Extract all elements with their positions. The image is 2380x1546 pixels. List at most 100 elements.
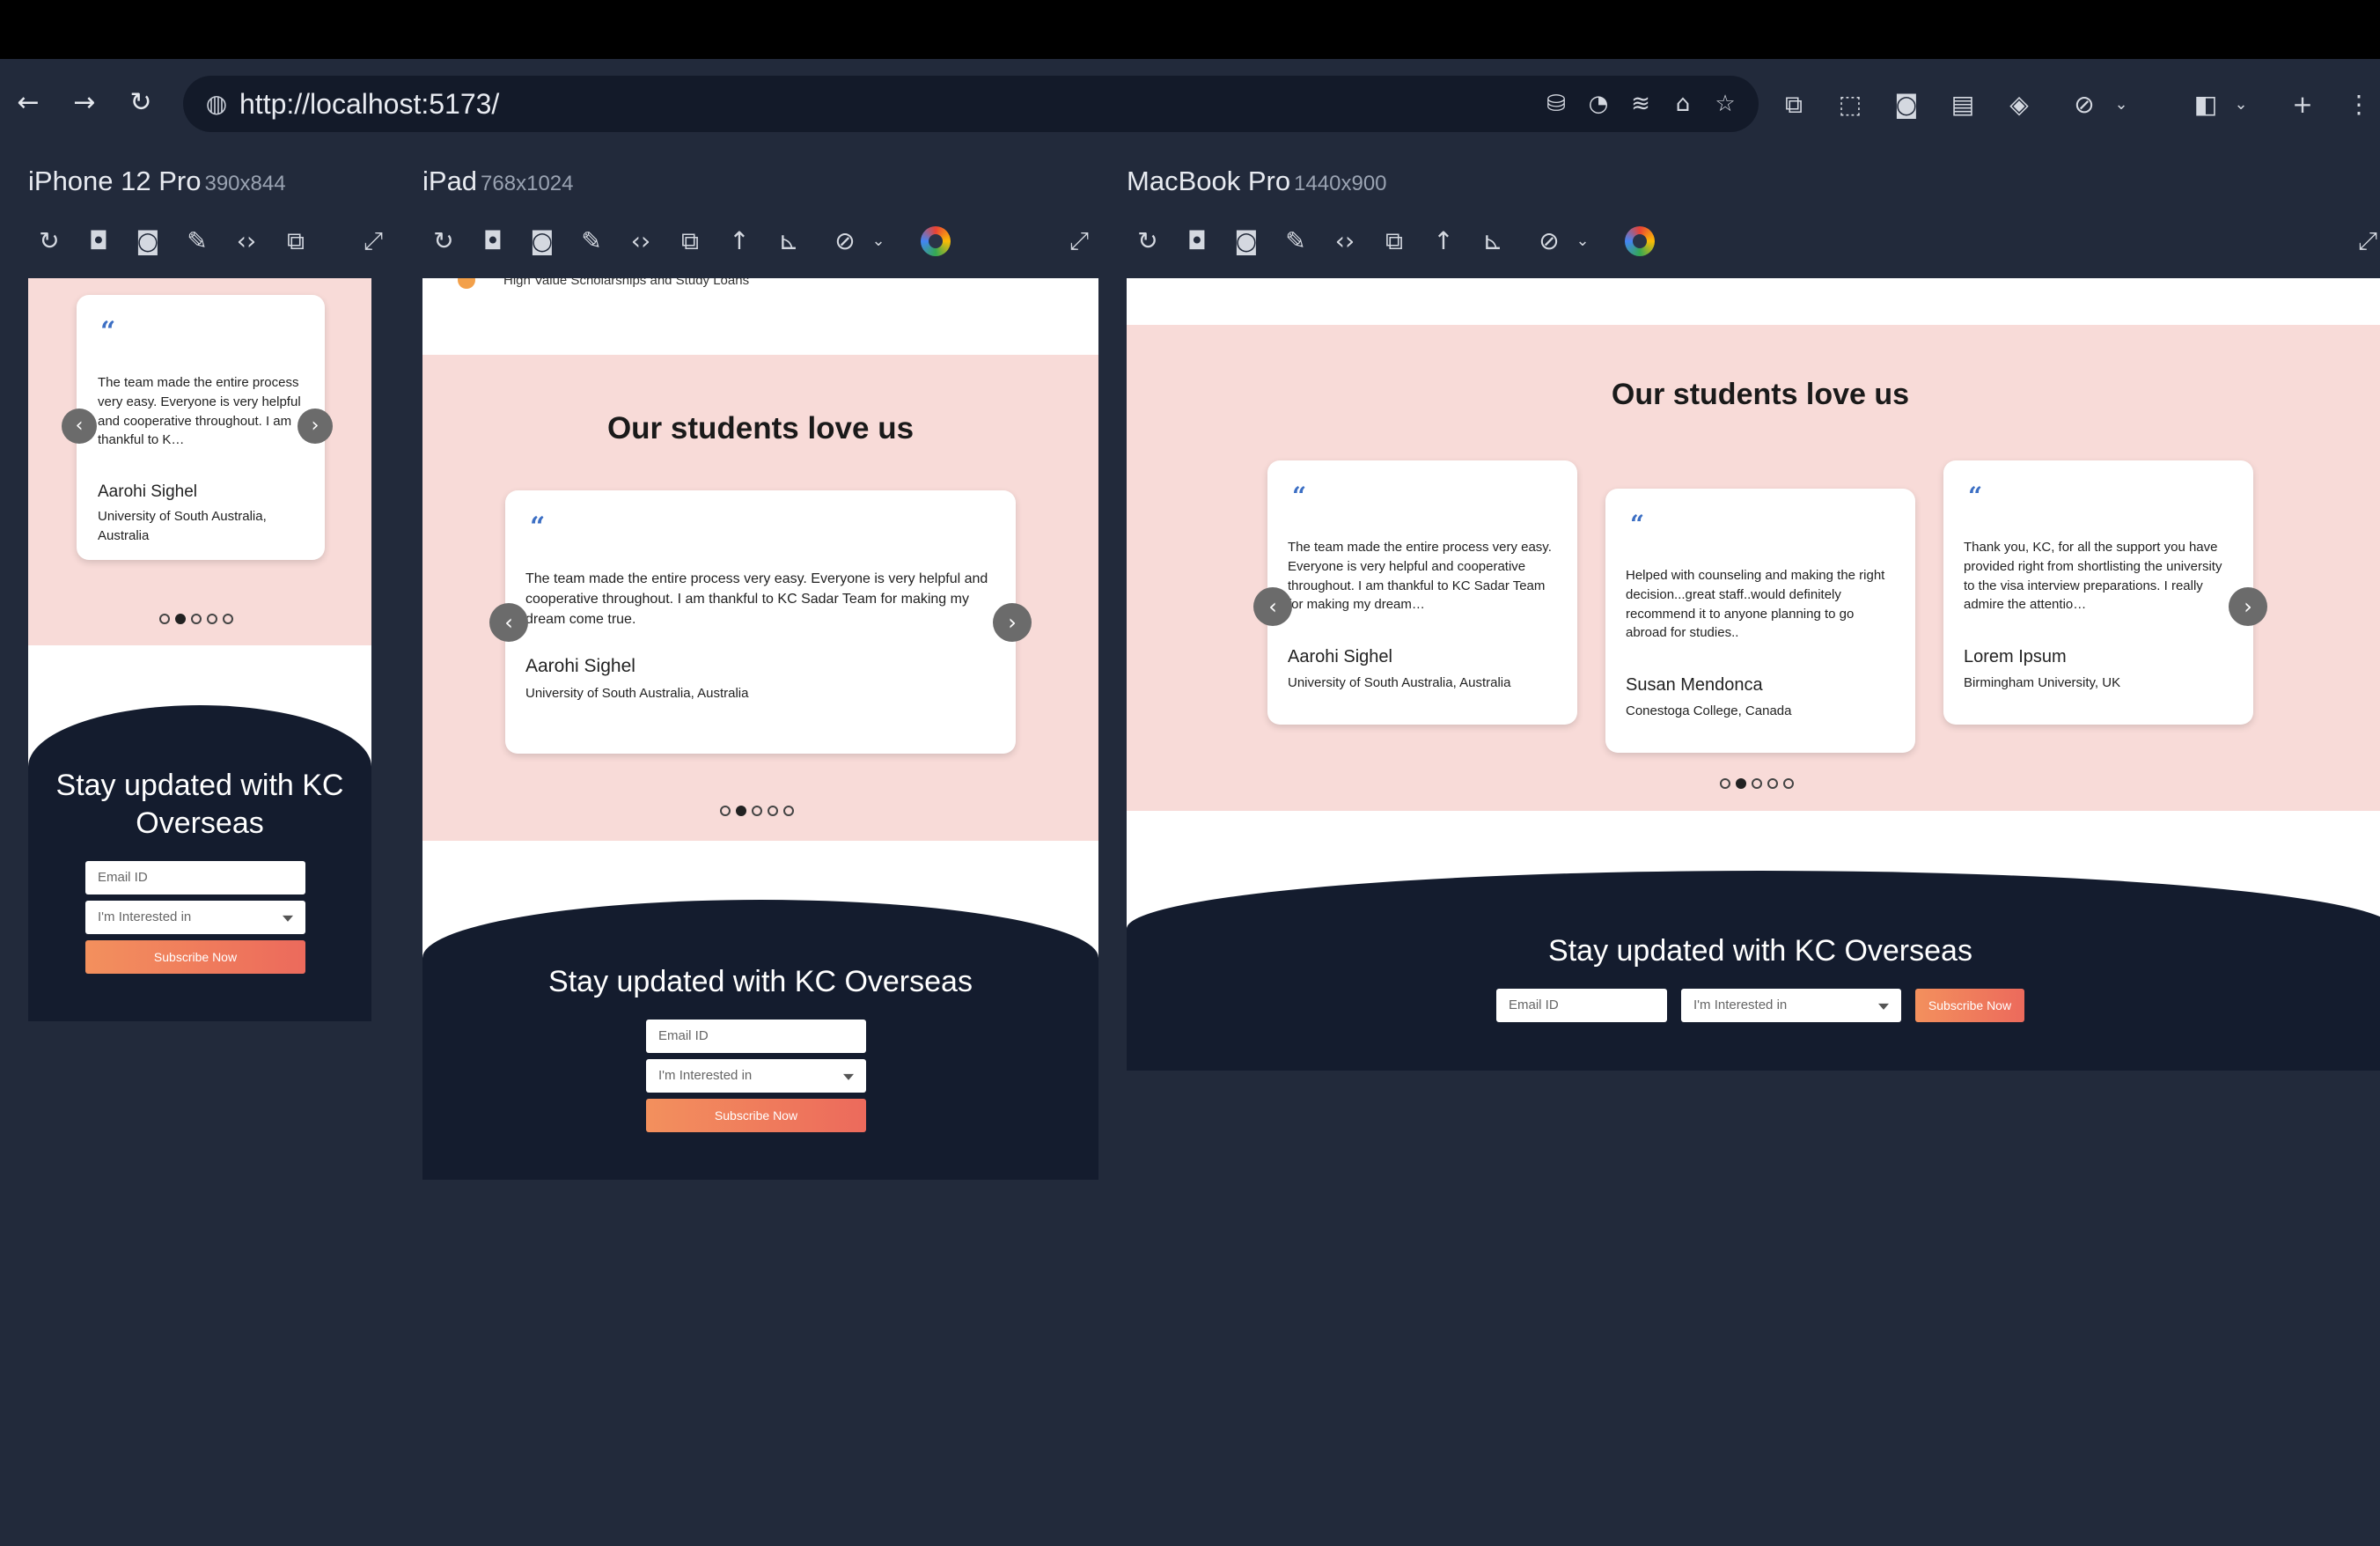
eye-off-icon[interactable]: ⊘ bbox=[827, 224, 863, 259]
ruler-icon[interactable]: ⊾ bbox=[771, 224, 806, 259]
new-tab-icon[interactable]: + bbox=[2285, 87, 2320, 122]
carousel-next-button[interactable]: › bbox=[993, 603, 1032, 642]
newsletter-section: Stay updated with KC Overseas Email ID I… bbox=[28, 705, 371, 1021]
globe-icon: ◍ bbox=[205, 89, 228, 118]
carousel-next-button[interactable]: › bbox=[298, 409, 333, 444]
screenshot-full-icon[interactable]: ◘ bbox=[1179, 224, 1215, 259]
eye-off-icon[interactable]: ⊘ bbox=[1532, 224, 1567, 259]
interest-select[interactable]: I'm Interested in bbox=[85, 901, 305, 934]
fullscreen-icon[interactable]: ⤢ bbox=[356, 224, 391, 259]
subscribe-button[interactable]: Subscribe Now bbox=[1915, 989, 2024, 1022]
chevron-down-icon[interactable]: ⌄ bbox=[1565, 224, 1600, 259]
camera-icon[interactable]: ◙ bbox=[525, 224, 560, 259]
eyedropper-icon[interactable]: ✎ bbox=[1278, 224, 1313, 259]
rotate-device-icon[interactable]: ⧉ bbox=[672, 224, 708, 259]
scroll-top-icon[interactable]: ↑ bbox=[1426, 224, 1461, 259]
reload-icon[interactable]: ↻ bbox=[125, 87, 157, 119]
forward-icon[interactable]: → bbox=[69, 87, 100, 119]
more-menu-icon[interactable]: ⋮ bbox=[2341, 87, 2376, 122]
carousel-next-button[interactable]: › bbox=[2229, 587, 2267, 626]
carousel-dot[interactable] bbox=[1752, 778, 1762, 789]
chevron-down-icon[interactable]: ⌄ bbox=[2223, 87, 2259, 122]
carousel-dot[interactable] bbox=[191, 614, 202, 624]
eye-off-icon[interactable]: ⊘ bbox=[2067, 87, 2102, 122]
document-icon[interactable]: ▤ bbox=[1945, 87, 1980, 122]
carousel-dot[interactable] bbox=[223, 614, 233, 624]
fullscreen-icon[interactable]: ⤢ bbox=[1061, 224, 1097, 259]
sidebar-icon[interactable]: ◧ bbox=[2188, 87, 2223, 122]
carousel-prev-button[interactable]: ‹ bbox=[1253, 587, 1292, 626]
carousel-dot-active[interactable] bbox=[736, 806, 746, 816]
interest-select[interactable]: I'm Interested in bbox=[646, 1059, 866, 1093]
device-name: iPad bbox=[422, 166, 478, 196]
layers-icon[interactable]: ◈ bbox=[2002, 87, 2037, 122]
testimonial-card: “ Thank you, KC, for all the support you… bbox=[1943, 460, 2253, 725]
subscribe-button[interactable]: Subscribe Now bbox=[646, 1099, 866, 1132]
email-field[interactable]: Email ID bbox=[646, 1020, 866, 1053]
carousel-dot-active[interactable] bbox=[1736, 778, 1746, 789]
email-field[interactable]: Email ID bbox=[85, 861, 305, 894]
wifi-off-icon[interactable]: ≋ bbox=[1625, 88, 1656, 120]
quote-icon: “ bbox=[530, 512, 546, 542]
rotate-device-icon[interactable]: ⧉ bbox=[1377, 224, 1412, 259]
carousel-dot[interactable] bbox=[720, 806, 731, 816]
carousel-dot-active[interactable] bbox=[175, 614, 186, 624]
carousel-dot[interactable] bbox=[1720, 778, 1730, 789]
refresh-icon[interactable]: ↻ bbox=[1130, 224, 1165, 259]
screenshot-full-icon[interactable]: ◘ bbox=[475, 224, 511, 259]
database-off-icon[interactable]: ⛁ bbox=[1540, 88, 1572, 120]
camera-icon[interactable]: ◙ bbox=[1229, 224, 1264, 259]
carousel-dot[interactable] bbox=[159, 614, 170, 624]
device-name: iPhone 12 Pro bbox=[28, 166, 202, 196]
device-toggle-icon[interactable]: ⧉ bbox=[1776, 87, 1811, 122]
carousel-prev-button[interactable]: ‹ bbox=[489, 603, 528, 642]
code-icon[interactable]: ‹› bbox=[229, 224, 264, 259]
scroll-top-icon[interactable]: ↑ bbox=[722, 224, 757, 259]
color-picker-icon[interactable] bbox=[1625, 226, 1655, 256]
screenshot-icon[interactable]: ◙ bbox=[1889, 87, 1924, 122]
home-icon[interactable]: ⌂ bbox=[1667, 88, 1699, 120]
rotate-device-icon[interactable]: ⧉ bbox=[278, 224, 313, 259]
fullscreen-icon[interactable]: ⤢ bbox=[2350, 224, 2380, 259]
carousel-prev-button[interactable]: ‹ bbox=[62, 409, 97, 444]
carousel-dot[interactable] bbox=[783, 806, 794, 816]
carousel-dot[interactable] bbox=[1767, 778, 1778, 789]
device-title-macbook: MacBook Pro 1440x900 bbox=[1127, 166, 1387, 197]
interest-select-value: I'm Interested in bbox=[1693, 998, 1788, 1012]
carousel-dot[interactable] bbox=[1783, 778, 1794, 789]
chevron-down-icon[interactable]: ⌄ bbox=[861, 224, 896, 259]
quote-icon: “ bbox=[1630, 510, 1645, 539]
inspect-icon[interactable]: ⬚ bbox=[1833, 87, 1868, 122]
code-icon[interactable]: ‹› bbox=[1327, 224, 1363, 259]
device-title-ipad: iPad 768x1024 bbox=[422, 166, 573, 197]
carousel-dot[interactable] bbox=[207, 614, 217, 624]
subscribe-button[interactable]: Subscribe Now bbox=[85, 940, 305, 974]
cookie-off-icon[interactable]: ◔ bbox=[1583, 88, 1614, 120]
carousel-dot[interactable] bbox=[768, 806, 778, 816]
refresh-icon[interactable]: ↻ bbox=[426, 224, 461, 259]
carousel-dots bbox=[1720, 778, 1794, 789]
address-bar[interactable]: ◍ http://localhost:5173/ ⛁ ◔ ≋ ⌂ ☆ bbox=[183, 76, 1759, 132]
ruler-icon[interactable]: ⊾ bbox=[1475, 224, 1510, 259]
device-size: 768x1024 bbox=[481, 172, 574, 195]
color-picker-icon[interactable] bbox=[921, 226, 951, 256]
email-field[interactable]: Email ID bbox=[1496, 989, 1667, 1022]
screenshot-full-icon[interactable]: ◘ bbox=[81, 224, 116, 259]
camera-icon[interactable]: ◙ bbox=[130, 224, 165, 259]
eyedropper-icon[interactable]: ✎ bbox=[574, 224, 609, 259]
testimonial-author: Susan Mendonca bbox=[1626, 675, 1763, 695]
interest-select[interactable]: I'm Interested in bbox=[1681, 989, 1901, 1022]
testimonial-quote: The team made the entire process very ea… bbox=[1288, 540, 1552, 613]
carousel-dot[interactable] bbox=[752, 806, 762, 816]
eyedropper-icon[interactable]: ✎ bbox=[180, 224, 215, 259]
bookmark-star-icon[interactable]: ☆ bbox=[1709, 88, 1741, 120]
code-icon[interactable]: ‹› bbox=[623, 224, 658, 259]
refresh-icon[interactable]: ↻ bbox=[32, 224, 67, 259]
macbook-viewport: Our students love us “ The team made the… bbox=[1127, 278, 2380, 1071]
device-size: 1440x900 bbox=[1294, 172, 1387, 195]
caret-down-icon bbox=[283, 915, 293, 922]
url-text[interactable]: http://localhost:5173/ bbox=[239, 88, 499, 120]
back-icon[interactable]: ← bbox=[12, 87, 44, 119]
quote-icon: “ bbox=[1968, 482, 1983, 511]
chevron-down-icon[interactable]: ⌄ bbox=[2104, 87, 2139, 122]
